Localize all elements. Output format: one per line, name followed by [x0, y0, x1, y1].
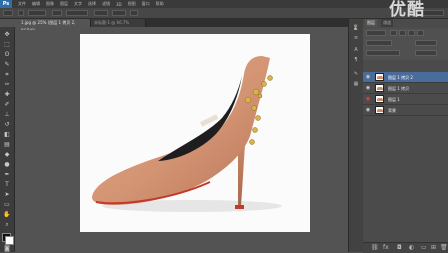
option-toggle[interactable] [18, 10, 24, 16]
layer-thumbnail [375, 106, 384, 114]
visibility-eye-icon[interactable]: ◉ [365, 96, 371, 102]
collapsed-panels-strip: ⌛ ≡ A ¶ ✎ ▦ [348, 19, 363, 252]
tab-channels[interactable]: 通道 [381, 19, 393, 27]
options-bar [0, 8, 448, 19]
history-panel-icon[interactable]: ⌛ [352, 25, 360, 32]
tab-layers-label: 图层 [367, 20, 375, 25]
option-dropdown-2[interactable] [66, 10, 88, 16]
hand-tool-icon[interactable]: ✋ [3, 211, 11, 219]
menu-item-type[interactable]: 文字 [74, 1, 82, 7]
blur-tool-icon[interactable]: ◆ [3, 151, 11, 159]
blend-mode-dropdown[interactable] [366, 40, 392, 46]
link-layers-icon[interactable]: ⛓ [371, 244, 379, 251]
new-group-icon[interactable]: ▭ [421, 244, 427, 251]
dodge-tool-icon[interactable]: ● [3, 161, 11, 169]
watermark-logo: 优酷 [389, 0, 425, 20]
layer-name: 图层 1 拷贝 [388, 86, 410, 91]
menu-item-help[interactable]: 帮助 [156, 1, 164, 7]
character-panel-icon[interactable]: A [352, 47, 360, 54]
option-toggle-2[interactable] [52, 10, 62, 16]
healing-tool-icon[interactable]: ✚ [3, 91, 11, 99]
visibility-eye-icon[interactable]: ◉ [365, 85, 371, 91]
layer-filter-dropdown[interactable] [366, 30, 386, 36]
layer-row[interactable]: ◉ 图层 1 拷贝 [363, 83, 448, 94]
zoom-tool-icon[interactable]: ⌕ [3, 221, 11, 229]
arrange-button[interactable] [130, 10, 138, 16]
layer-name: 图层 1 [388, 97, 400, 102]
visibility-eye-icon[interactable]: ◉ [365, 107, 371, 113]
crop-tool-icon[interactable]: ⌗ [3, 71, 11, 79]
gradient-tool-icon[interactable]: ▤ [3, 141, 11, 149]
add-mask-icon[interactable]: ◘ [397, 244, 402, 251]
filter-pixel-icon[interactable] [390, 30, 397, 36]
menu-item-file[interactable]: 文件 [18, 1, 26, 7]
layer-row[interactable]: ◉ 背景 [363, 105, 448, 116]
tools-panel: ✥ ⬚ ʘ ✎ ⌗ ✑ ✚ ✐ ⊥ ↺ ◧ ▤ ◆ ● ✒ T ➤ ▭ ✋ ⌕ … [0, 27, 15, 252]
type-tool-icon[interactable]: T [3, 181, 11, 189]
tab-document-2[interactable]: 未标题-1 @ 66.7% [91, 19, 146, 27]
marquee-tool-icon[interactable]: ⬚ [3, 41, 11, 49]
move-tool-icon[interactable]: ✥ [3, 31, 11, 39]
lasso-tool-icon[interactable]: ʘ [3, 51, 11, 59]
menu-item-image[interactable]: 图像 [46, 1, 54, 7]
eyedropper-tool-icon[interactable]: ✑ [3, 81, 11, 89]
history-brush-icon[interactable]: ↺ [3, 121, 11, 129]
layer-name: 背景 [388, 108, 396, 113]
menu-bar: Ps 文件 编辑 图像 图层 文字 选择 滤镜 3D 视图 窗口 帮助 [0, 0, 448, 8]
menu-item-window[interactable]: 窗口 [142, 1, 150, 7]
tab-label: 未标题-1 @ 66.7% [94, 20, 130, 25]
align-buttons[interactable] [94, 10, 108, 16]
option-dropdown[interactable] [28, 10, 46, 16]
tool-preset-picker[interactable] [3, 10, 13, 16]
menu-item-select[interactable]: 选择 [88, 1, 96, 7]
pen-tool-icon[interactable]: ✒ [3, 171, 11, 179]
paragraph-panel-icon[interactable]: ¶ [352, 57, 360, 64]
tab-document-1[interactable]: 1.jpg @ 25% (图层 1 拷贝 2, RGB/8) [18, 19, 91, 33]
menu-item-3d[interactable]: 3D [116, 2, 122, 7]
tab-channels-label: 通道 [383, 20, 391, 25]
layer-row[interactable]: ◉ 图层 1 [363, 94, 448, 105]
stamp-tool-icon[interactable]: ⊥ [3, 111, 11, 119]
shoe-image [92, 56, 282, 212]
layer-style-icon[interactable]: fx [383, 244, 389, 251]
layers-panel: 图层 通道 ◉ 图层 1 拷贝 2 ◉ 图层 1 拷贝 ◉ 图层 1 ◉ 背景 … [363, 19, 448, 253]
new-layer-icon[interactable]: ⊞ [431, 244, 436, 251]
shape-tool-icon[interactable]: ▭ [3, 201, 11, 209]
adjustment-layer-icon[interactable]: ◐ [409, 244, 414, 251]
menu-item-edit[interactable]: 编辑 [32, 1, 40, 7]
opacity-field[interactable] [415, 40, 437, 46]
distribute-buttons[interactable] [112, 10, 126, 16]
swatches-panel-icon[interactable]: ▦ [352, 81, 360, 88]
path-select-tool-icon[interactable]: ➤ [3, 191, 11, 199]
filter-shape-icon[interactable] [417, 30, 424, 36]
layer-thumbnail [375, 95, 384, 103]
quick-select-tool-icon[interactable]: ✎ [3, 61, 11, 69]
photoshop-logo: Ps [0, 0, 12, 8]
tab-layers[interactable]: 图层 [365, 19, 377, 27]
lock-buttons[interactable] [366, 50, 400, 56]
document-canvas[interactable] [80, 34, 310, 232]
layers-footer: ⛓ fx ◘ ◐ ▭ ⊞ 🗑 [363, 242, 448, 253]
layers-toolbar [363, 28, 448, 60]
delete-layer-icon[interactable]: 🗑 [440, 244, 448, 251]
layer-thumbnail [375, 73, 384, 81]
properties-panel-icon[interactable]: ≡ [352, 35, 360, 42]
menu-item-view[interactable]: 视图 [128, 1, 136, 7]
filter-adjust-icon[interactable] [399, 30, 406, 36]
eraser-tool-icon[interactable]: ◧ [3, 131, 11, 139]
document-tab-bar: 1.jpg @ 25% (图层 1 拷贝 2, RGB/8) 未标题-1 @ 6… [18, 19, 348, 33]
brush-tool-icon[interactable]: ✐ [3, 101, 11, 109]
layer-thumbnail [375, 84, 384, 92]
visibility-eye-icon[interactable]: ◉ [365, 74, 371, 80]
brush-panel-icon[interactable]: ✎ [352, 71, 360, 78]
background-color-swatch[interactable] [5, 236, 14, 245]
layer-name: 图层 1 拷贝 2 [388, 75, 413, 80]
fill-field[interactable] [415, 50, 437, 56]
filter-type-icon[interactable] [408, 30, 415, 36]
menu-item-filter[interactable]: 滤镜 [102, 1, 110, 7]
menu-item-layer[interactable]: 图层 [60, 1, 68, 7]
layer-row[interactable]: ◉ 图层 1 拷贝 2 [363, 72, 448, 83]
